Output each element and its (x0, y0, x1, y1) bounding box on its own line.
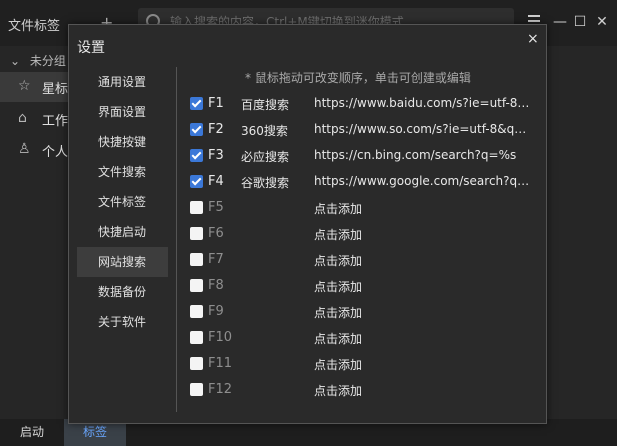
settings-nav: 通用设置 界面设置 快捷按键 文件搜索 文件标签 快捷启动 网站搜索 数据备份 … (77, 67, 168, 337)
engine-checkbox[interactable] (190, 149, 203, 162)
engine-checkbox[interactable] (190, 123, 203, 136)
engine-hotkey: F7 (208, 252, 224, 267)
engine-hotkey: F5 (208, 200, 224, 215)
engine-name: 360搜索 (241, 124, 288, 138)
sidebar-item-label: 工作 (42, 114, 69, 129)
engine-add-link[interactable]: 点击添加 (314, 252, 536, 269)
engine-name: 百度搜索 (241, 98, 290, 112)
engine-checkbox[interactable] (190, 253, 203, 266)
engine-row[interactable]: F1 百度搜索 https://www.baidu.com/s?ie=utf-8… (189, 91, 539, 117)
sidebar-group-label: 未分组 (29, 54, 66, 68)
engine-checkbox[interactable] (190, 357, 203, 370)
engine-checkbox[interactable] (190, 201, 203, 214)
engine-row[interactable]: F12 点击添加 (189, 377, 539, 403)
sidebar-item-label: 星标 (42, 82, 69, 97)
engine-row[interactable]: F5 点击添加 (189, 195, 539, 221)
close-icon[interactable]: × (527, 31, 539, 47)
maximize-icon[interactable]: ☐ (570, 12, 590, 32)
engine-url: https://www.baidu.com/s?ie=utf-8&wd=%s (314, 96, 536, 110)
engine-row[interactable]: F9 点击添加 (189, 299, 539, 325)
engine-hotkey: F9 (208, 304, 224, 319)
engine-row[interactable]: F4 谷歌搜索 https://www.google.com/search?q=… (189, 169, 539, 195)
engine-hotkey: F2 (208, 122, 224, 137)
engine-row[interactable]: F2 360搜索 https://www.so.com/s?ie=utf-8&q… (189, 117, 539, 143)
chevron-down-icon: ⌄ (10, 54, 21, 68)
settings-dialog: 设置 × 通用设置 界面设置 快捷按键 文件搜索 文件标签 快捷启动 网站搜索 … (68, 24, 547, 424)
engine-checkbox[interactable] (190, 279, 203, 292)
engine-url: https://www.so.com/s?ie=utf-8&q=%s (314, 122, 536, 136)
engine-name: 必应搜索 (241, 150, 290, 164)
close-window-icon[interactable]: ✕ (592, 12, 612, 32)
engine-row[interactable]: F11 点击添加 (189, 351, 539, 377)
engine-checkbox[interactable] (190, 331, 203, 344)
engine-hotkey: F10 (208, 330, 233, 345)
divider (176, 67, 177, 412)
engine-add-link[interactable]: 点击添加 (314, 382, 536, 399)
user-icon: ♙ (18, 141, 31, 157)
engine-row[interactable]: F3 必应搜索 https://cn.bing.com/search?q=%s (189, 143, 539, 169)
engine-row[interactable]: F7 点击添加 (189, 247, 539, 273)
app-window: 文件标签 + — ☐ ✕ ⌄ 未分组 ☆ 星标 ⌂ 工作 ♙ 个人 启动 标签 … (0, 0, 617, 446)
engine-add-link[interactable]: 点击添加 (314, 226, 536, 243)
engine-add-link[interactable]: 点击添加 (314, 304, 536, 321)
engine-url: https://cn.bing.com/search?q=%s (314, 148, 517, 162)
tab-launch[interactable]: 启动 (0, 419, 64, 446)
engine-checkbox[interactable] (190, 227, 203, 240)
engine-add-link[interactable]: 点击添加 (314, 278, 536, 295)
engine-add-link[interactable]: 点击添加 (314, 356, 536, 373)
nav-item-web-search[interactable]: 网站搜索 (77, 247, 168, 277)
nav-item-quick-launch[interactable]: 快捷启动 (77, 217, 168, 247)
engine-hotkey: F1 (208, 96, 224, 111)
engine-add-link[interactable]: 点击添加 (314, 330, 536, 347)
engine-hotkey: F11 (208, 356, 233, 371)
engine-checkbox[interactable] (190, 97, 203, 110)
nav-item-general[interactable]: 通用设置 (77, 67, 168, 97)
engine-hotkey: F8 (208, 278, 224, 293)
nav-item-hotkeys[interactable]: 快捷按键 (77, 127, 168, 157)
engine-row[interactable]: F6 点击添加 (189, 221, 539, 247)
nav-item-backup[interactable]: 数据备份 (77, 277, 168, 307)
engine-add-link[interactable]: 点击添加 (314, 200, 536, 217)
hint-text: * 鼠标拖动可改变顺序，单击可创建或编辑 (245, 71, 471, 85)
engine-checkbox[interactable] (190, 305, 203, 318)
engine-checkbox[interactable] (190, 383, 203, 396)
sidebar-item-label: 个人 (42, 145, 69, 160)
engine-name: 谷歌搜索 (241, 176, 290, 190)
sidebar-group[interactable]: ⌄ 未分组 (10, 52, 66, 69)
dialog-title: 设置 (77, 40, 105, 56)
engine-url: https://www.google.com/search?q=%s (314, 174, 536, 188)
app-title: 文件标签 (8, 19, 61, 34)
minimize-icon[interactable]: — (550, 12, 570, 32)
sidebar-item-starred[interactable]: ☆ 星标 (0, 72, 70, 102)
nav-item-interface[interactable]: 界面设置 (77, 97, 168, 127)
engine-hotkey: F12 (208, 382, 233, 397)
engine-hotkey: F4 (208, 174, 224, 189)
nav-item-about[interactable]: 关于软件 (77, 307, 168, 337)
engine-hotkey: F6 (208, 226, 224, 241)
engine-row[interactable]: F10 点击添加 (189, 325, 539, 351)
nav-item-file-tags[interactable]: 文件标签 (77, 187, 168, 217)
engine-hotkey: F3 (208, 148, 224, 163)
home-icon: ⌂ (18, 110, 27, 126)
sidebar-item-personal[interactable]: ♙ 个人 (0, 135, 70, 165)
star-icon: ☆ (18, 78, 31, 94)
engine-checkbox[interactable] (190, 175, 203, 188)
search-engine-list: F1 百度搜索 https://www.baidu.com/s?ie=utf-8… (189, 91, 539, 403)
nav-item-file-search[interactable]: 文件搜索 (77, 157, 168, 187)
sidebar-item-work[interactable]: ⌂ 工作 (0, 104, 70, 134)
engine-row[interactable]: F8 点击添加 (189, 273, 539, 299)
